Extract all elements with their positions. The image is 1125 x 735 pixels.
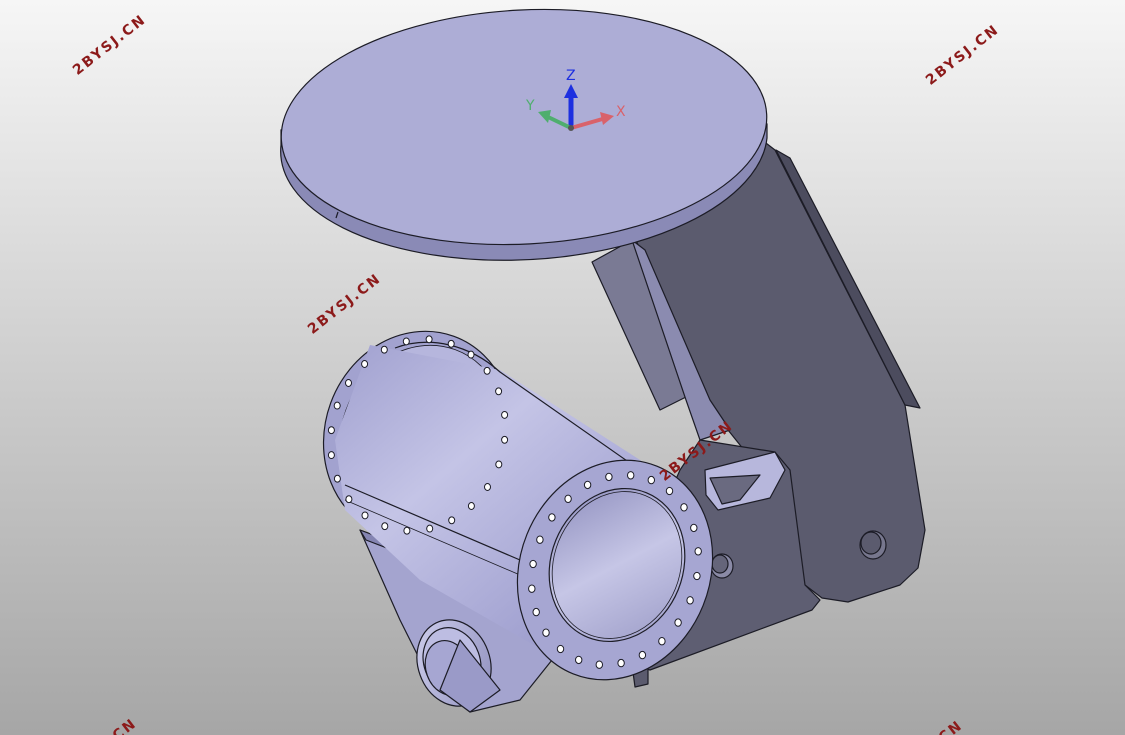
bolt-hole	[361, 360, 369, 368]
bolt-hole	[528, 584, 536, 593]
bolt-hole	[447, 339, 455, 348]
bolt-hole	[595, 660, 603, 669]
bolt-hole	[345, 495, 353, 504]
bolt-hole	[686, 596, 694, 605]
bolt-hole	[583, 480, 592, 490]
bolt-hole	[381, 522, 389, 531]
bolt-hole	[484, 483, 491, 491]
bolt-hole	[448, 516, 456, 525]
bolt-hole	[690, 523, 698, 533]
bolt-hole	[532, 607, 540, 617]
bolt-hole	[529, 559, 537, 569]
bolt-hole	[495, 460, 503, 469]
model-canvas[interactable]: Z X Y	[0, 0, 1125, 735]
axis-z-label: Z	[566, 68, 576, 84]
bolt-hole	[694, 547, 702, 556]
bolt-hole	[674, 618, 682, 627]
bolt-hole	[564, 494, 572, 503]
bolt-hole	[536, 535, 544, 544]
bolt-hole	[467, 502, 475, 510]
bolt-hole	[425, 335, 433, 344]
bolt-hole	[627, 471, 635, 480]
bolt-hole	[665, 486, 674, 496]
axis-x-label: X	[616, 104, 626, 120]
bolt-hole	[638, 650, 647, 660]
bolt-hole	[467, 350, 475, 359]
bolt-hole	[680, 503, 688, 512]
bolt-hole	[361, 511, 369, 520]
axis-y-label: Y	[525, 98, 535, 114]
bolt-hole	[658, 637, 666, 646]
bolt-hole	[542, 628, 550, 637]
bolt-hole	[548, 513, 556, 522]
bolt-hole	[501, 435, 509, 444]
bolt-hole	[495, 387, 503, 396]
bolt-hole	[327, 426, 335, 435]
bolt-hole	[575, 655, 583, 665]
bolt-hole	[402, 337, 410, 346]
bolt-hole	[556, 644, 565, 654]
bolt-hole	[345, 379, 352, 387]
bolt-hole	[693, 571, 701, 581]
bolt-hole	[327, 451, 335, 460]
bolt-hole	[605, 472, 613, 482]
bolt-hole	[333, 401, 341, 410]
bolt-hole	[647, 475, 655, 485]
bolt-hole	[426, 524, 434, 533]
bolt-hole	[333, 474, 341, 483]
bolt-hole	[617, 658, 625, 668]
bolt-hole	[483, 366, 491, 375]
bolt-hole	[380, 345, 388, 354]
bolt-hole	[501, 410, 509, 419]
bolt-hole	[403, 526, 411, 535]
cad-3d-viewport[interactable]: Z X Y 2BYSJ.CN 2BYSJ.CN 2BYSJ.CN 2BYSJ.C…	[0, 0, 1125, 735]
